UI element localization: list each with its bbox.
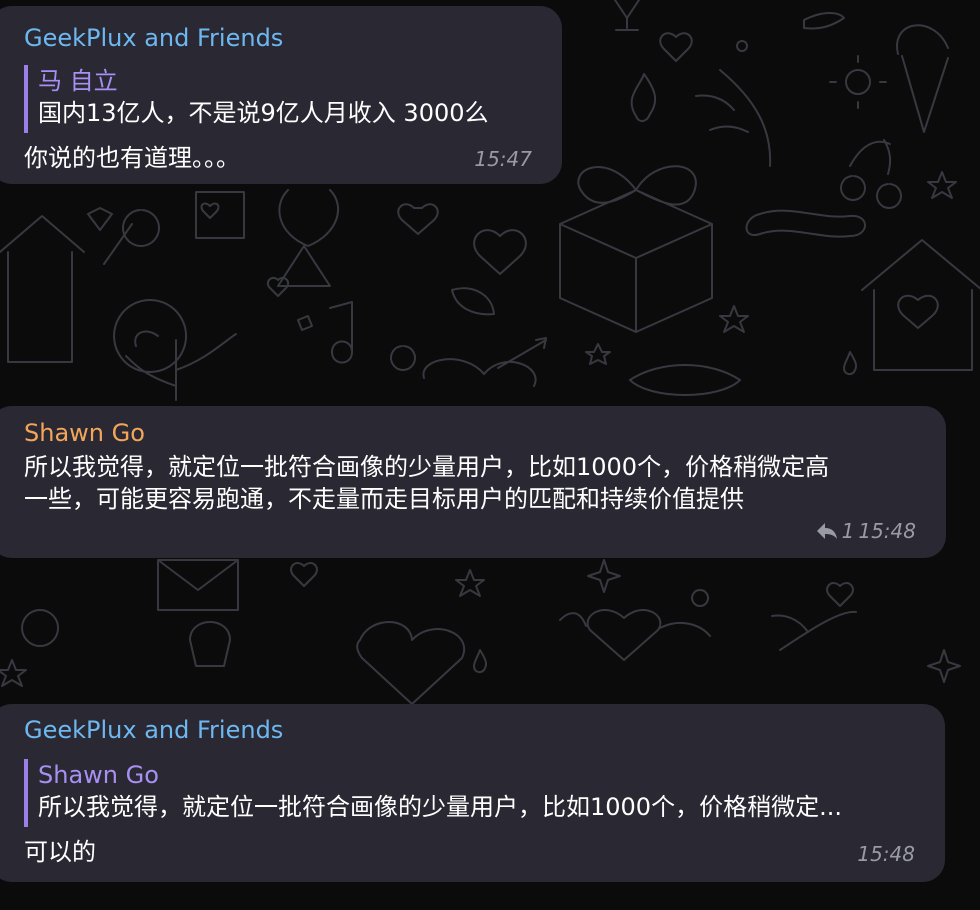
star-small-icon	[585, 343, 611, 365]
message-time: 15:48	[858, 519, 916, 543]
birdhouse-right-icon	[861, 239, 980, 371]
arrow-heart-icon	[422, 337, 547, 387]
heart-gem-icon	[356, 621, 465, 705]
star-icon	[0, 659, 27, 687]
heart-icon	[826, 582, 854, 607]
cherries-icon	[840, 139, 902, 209]
star-icon	[719, 305, 749, 333]
message-bubble[interactable]: Shawn Go 所以我觉得，就定位一批符合画像的少量用户，比如1000个，价格…	[0, 406, 946, 558]
sparkle-icon	[927, 649, 961, 683]
droplet-icon	[473, 649, 488, 674]
birdhouse-left-icon	[0, 215, 85, 363]
message-text: 可以的	[24, 838, 96, 866]
sender-name[interactable]: GeekPlux and Friends	[24, 715, 283, 745]
flame-icon	[630, 73, 657, 122]
rose-icon	[113, 299, 237, 401]
quote-text: 国内13亿人，不是说9亿人月收入 3000么	[38, 99, 489, 127]
sender-name[interactable]: Shawn Go	[24, 418, 145, 448]
message-meta: 15:47	[474, 147, 532, 171]
feather-icon	[451, 287, 495, 316]
message-time: 15:47	[474, 147, 532, 171]
circle-icon	[736, 40, 748, 52]
reply-count[interactable]: 1	[842, 519, 855, 543]
ribbon-love-icon	[745, 209, 866, 238]
message-bubble[interactable]: GeekPlux and Friends Shawn Go 所以我觉得，就定位一…	[0, 704, 945, 882]
message-text-line-2: 一些，可能更容易跑通，不走量而走目标用户的匹配和持续价值提供	[24, 485, 744, 513]
locket-icon	[277, 189, 339, 287]
circle-icon	[21, 609, 60, 647]
square-icon	[297, 315, 313, 331]
heart-icon	[290, 562, 318, 587]
quote-text: 所以我觉得，就定位一批符合画像的少量用户，比如1000个，价格稍微定...	[38, 793, 842, 821]
leaf-icon	[695, 69, 772, 167]
quote-author: Shawn Go	[38, 761, 159, 789]
circle-icon	[691, 589, 709, 607]
heart-outline-icon	[397, 203, 439, 235]
message-meta: 15:48	[857, 842, 915, 866]
lollipop-icon	[103, 209, 160, 265]
sun-icon	[829, 55, 887, 109]
feather-icon	[803, 12, 845, 30]
droplet-icon	[843, 351, 858, 376]
reply-arrow-icon[interactable]	[816, 522, 838, 540]
gem-icon	[87, 207, 113, 231]
cup-icon	[614, 0, 640, 31]
gift-icon	[559, 165, 713, 333]
lips-icon	[629, 364, 741, 396]
message-time: 15:48	[857, 842, 915, 866]
heart-icon	[659, 32, 693, 62]
message-meta[interactable]: 1 15:48	[816, 519, 916, 543]
message-bubble[interactable]: GeekPlux and Friends 马 自立 国内13亿人，不是说9亿人月…	[0, 6, 562, 184]
reply-quote[interactable]: 马 自立 国内13亿人，不是说9亿人月收入 3000么	[24, 65, 548, 133]
message-text-line-1: 所以我觉得，就定位一批符合画像的少量用户，比如1000个，价格稍微定高	[24, 453, 830, 481]
stamp-icon	[195, 191, 245, 239]
star-icon	[927, 171, 957, 199]
sparkle-icon	[587, 559, 621, 593]
quote-author: 马 自立	[38, 67, 118, 95]
reply-quote[interactable]: Shawn Go 所以我觉得，就定位一批符合画像的少量用户，比如1000个，价格…	[24, 759, 918, 827]
lace-heart-icon	[473, 229, 527, 275]
ice-cream-icon	[896, 24, 949, 133]
heart-wings-icon	[559, 609, 711, 661]
cupcake-icon	[189, 621, 231, 667]
envelope-icon	[157, 559, 239, 611]
leaf-icon	[771, 610, 857, 651]
message-text: 你说的也有道理。。。	[24, 144, 240, 172]
star-icon	[455, 569, 485, 597]
sender-name[interactable]: GeekPlux and Friends	[24, 23, 283, 53]
music-icon	[329, 301, 353, 364]
sun-small-icon	[390, 345, 416, 371]
